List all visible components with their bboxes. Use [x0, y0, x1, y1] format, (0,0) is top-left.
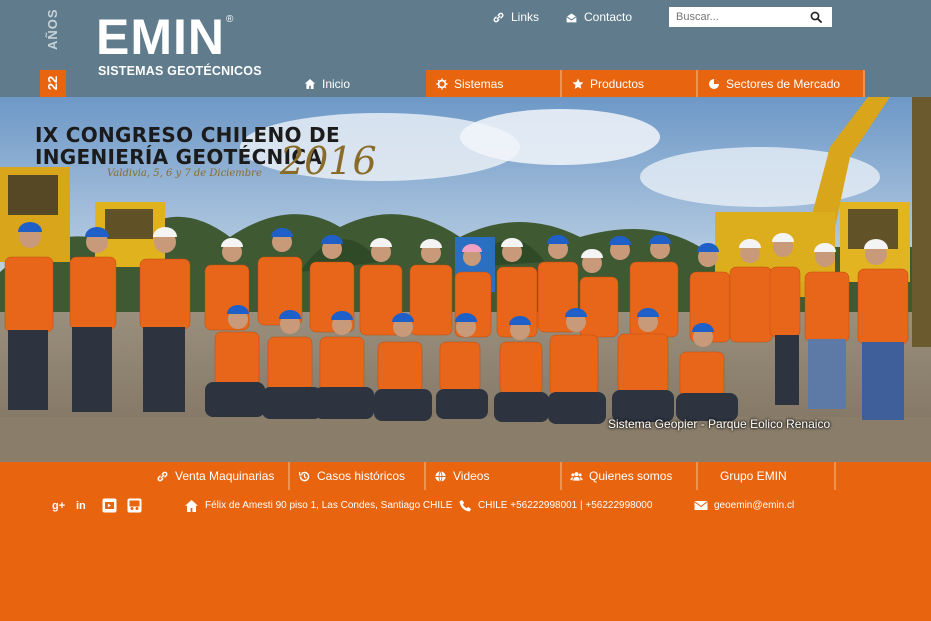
- google-plus-icon: g+: [52, 500, 65, 512]
- search-button[interactable]: [807, 8, 825, 26]
- secondary-nav: Venta Maquinarias Casos históricos Video…: [150, 462, 840, 490]
- site-header: AÑOS 22 EMIN ® SISTEMAS GEOTÉCNICOS Link…: [0, 0, 931, 97]
- group-icon: [570, 471, 583, 481]
- globe-icon: [435, 470, 446, 482]
- nav-videos-label: Videos: [453, 469, 490, 483]
- nav-sectores-label: Sectores de Mercado: [726, 76, 841, 91]
- hero-banner[interactable]: IX CONGRESO CHILENO DE INGENIERÍA GEOTÉC…: [0, 97, 931, 462]
- footer-address-text: Félix de Amesti 90 piso 1, Las Condes, S…: [205, 500, 453, 511]
- main-nav: Inicio Sistemas Productos Sectores de Me…: [66, 70, 931, 97]
- contacto-label: Contacto: [584, 10, 633, 24]
- nav-quienes-somos[interactable]: Quienes somos: [562, 462, 698, 490]
- search-icon: [810, 11, 822, 23]
- gear-icon: [436, 78, 448, 89]
- nav-venta-maquinarias[interactable]: Venta Maquinarias: [150, 462, 290, 490]
- nav-sistemas[interactable]: Sistemas: [426, 70, 562, 97]
- pie-chart-icon: [709, 78, 719, 89]
- slideshare-link[interactable]: [126, 497, 142, 513]
- footer-phone: CHILE +56222998001 | +56222998000: [459, 497, 652, 514]
- mail-open-icon: [566, 12, 577, 22]
- svg-text:g+: g+: [52, 500, 65, 512]
- nav-videos[interactable]: Videos: [426, 462, 562, 490]
- hero-year: 2016: [280, 139, 377, 183]
- contacto-link[interactable]: Contacto: [565, 9, 632, 25]
- history-icon: [298, 471, 310, 481]
- anniversary-number: 22: [45, 75, 60, 91]
- hero-subtitle: Valdivia, 5, 6 y 7 de Diciembre: [107, 168, 262, 179]
- link-icon: [493, 12, 504, 22]
- nav-productos[interactable]: Productos: [562, 70, 698, 97]
- home-icon: [304, 78, 316, 89]
- nav-grupo-emin-label: Grupo EMIN: [720, 469, 787, 483]
- youtube-link[interactable]: [101, 497, 117, 513]
- phone-icon: [459, 499, 471, 511]
- nav-inicio-label: Inicio: [322, 76, 351, 91]
- envelope-icon: [694, 501, 708, 510]
- nav-quienes-somos-label: Quienes somos: [589, 469, 673, 483]
- footer-address: Félix de Amesti 90 piso 1, Las Condes, S…: [184, 497, 452, 514]
- nav-venta-maquinarias-label: Venta Maquinarias: [175, 469, 275, 483]
- nav-casos-historicos-label: Casos históricos: [317, 469, 406, 483]
- links-label: Links: [511, 10, 540, 24]
- links-link[interactable]: Links: [492, 9, 539, 25]
- footer-email[interactable]: geoemin@emin.cl: [694, 497, 794, 514]
- google-plus-link[interactable]: g+: [52, 497, 68, 513]
- logo-wordmark[interactable]: EMIN: [96, 12, 225, 62]
- footer-email-text: geoemin@emin.cl: [714, 500, 795, 511]
- search-input[interactable]: [669, 8, 807, 26]
- nav-productos-label: Productos: [590, 76, 645, 91]
- nav-inicio[interactable]: Inicio: [294, 70, 350, 97]
- hero-caption: Sistema Geopier - Parque Eolico Renaico: [608, 417, 831, 431]
- nav-sistemas-label: Sistemas: [454, 76, 504, 91]
- anniversary-label: AÑOS: [45, 8, 60, 50]
- footer-phone-text: CHILE +56222998001 | +56222998000: [478, 500, 653, 511]
- link-icon: [157, 471, 168, 481]
- logo-registered-mark: ®: [226, 14, 234, 25]
- search-box: [669, 7, 832, 27]
- nav-grupo-emin[interactable]: Grupo EMIN: [698, 462, 836, 490]
- linkedin-icon: in: [76, 500, 86, 512]
- star-icon: [572, 78, 584, 89]
- linkedin-link[interactable]: in: [76, 497, 92, 513]
- youtube-icon: [102, 498, 116, 512]
- nav-casos-historicos[interactable]: Casos históricos: [290, 462, 426, 490]
- home-icon: [185, 499, 198, 512]
- svg-text:in: in: [76, 500, 86, 512]
- nav-sectores-de-mercado[interactable]: Sectores de Mercado: [698, 70, 865, 97]
- slideshare-icon: [127, 498, 141, 512]
